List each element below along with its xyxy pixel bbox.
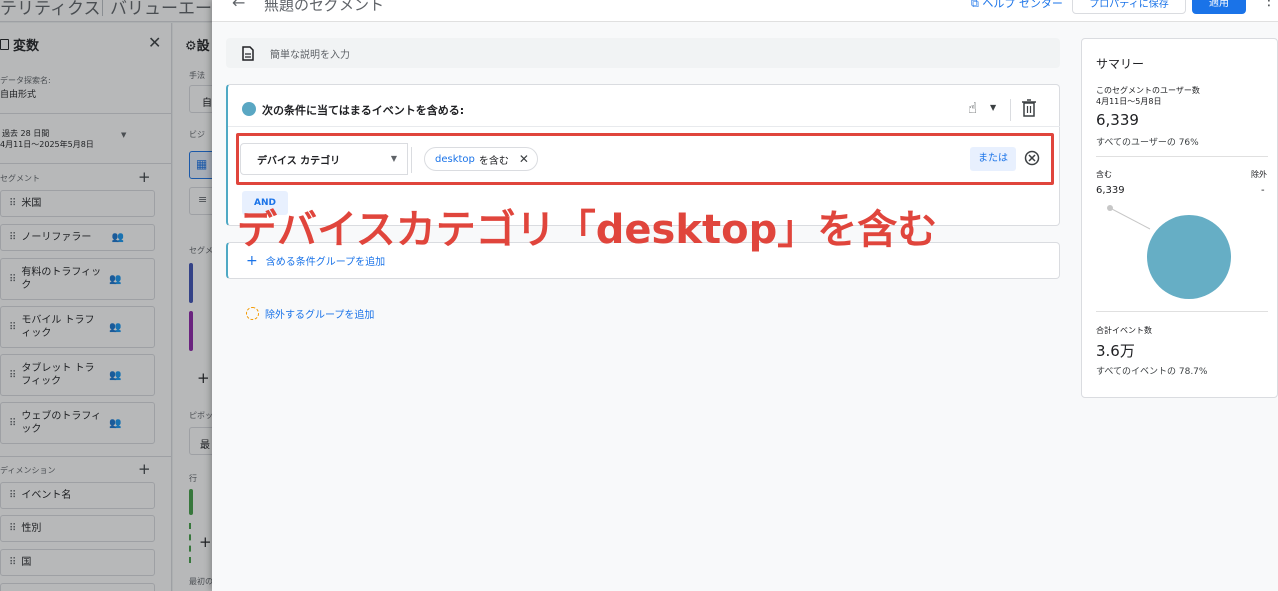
chevron-down-icon[interactable]: ▼ <box>990 103 996 112</box>
trash-icon[interactable] <box>1022 99 1036 117</box>
condition-indicator <box>242 102 256 116</box>
divider <box>1096 156 1268 157</box>
modal-header: ← 無題のセグメント ⧉ ヘルプ センター プロパティに保存 適用 ⋮ <box>212 0 1278 22</box>
save-to-property-button[interactable]: プロパティに保存 <box>1072 0 1186 14</box>
total-events-label: 合計イベント数 <box>1096 326 1152 335</box>
apply-button[interactable]: 適用 <box>1192 0 1246 14</box>
segment-title[interactable]: 無題のセグメント <box>264 0 384 15</box>
divider <box>1010 99 1011 121</box>
condition-group-title[interactable]: 次の条件に当てはまるイベントを含める: <box>262 102 464 118</box>
annotation-text: デバイスカテゴリ「desktop」を含む <box>237 207 938 253</box>
include-label: 含む <box>1096 170 1112 179</box>
segment-users-label: このセグメントのユーザー数 <box>1096 86 1200 95</box>
include-value: 6,339 <box>1096 185 1125 196</box>
pie-slice-include <box>1147 215 1231 299</box>
exclude-label: 除外 <box>1251 170 1267 179</box>
arrow-left-icon[interactable]: ← <box>232 0 245 12</box>
description-placeholder: 簡単な説明を入力 <box>270 49 350 61</box>
summary-title: サマリー <box>1096 57 1145 71</box>
divider <box>1096 311 1268 312</box>
exclude-value: - <box>1261 185 1265 196</box>
add-exclude-group-label: 除外するグループを追加 <box>265 310 375 321</box>
segment-builder-modal: ← 無題のセグメント ⧉ ヘルプ センター プロパティに保存 適用 ⋮ 簡単な説… <box>212 0 1278 591</box>
description-input[interactable]: 簡単な説明を入力 <box>226 38 1060 68</box>
segment-users-value: 6,339 <box>1096 111 1139 129</box>
help-center-link[interactable]: ⧉ ヘルプ センター <box>971 0 1063 11</box>
add-exclude-group-button[interactable]: 除外するグループを追加 <box>246 306 374 321</box>
more-vert-icon[interactable]: ⋮ <box>1262 0 1276 9</box>
pie-leader-line <box>1109 207 1151 230</box>
pointer-hand-icon[interactable]: ☝ <box>968 99 977 117</box>
document-icon <box>242 45 254 61</box>
modal-backdrop[interactable] <box>0 0 212 591</box>
include-exclude-pie-chart <box>1107 205 1231 299</box>
annotation-highlight-box <box>236 133 1054 185</box>
segment-users-date-range: 4月11日～5月8日 <box>1096 97 1162 106</box>
summary-panel: サマリー このセグメントのユーザー数 4月11日～5月8日 6,339 すべての… <box>1081 38 1278 398</box>
segment-users-percent: すべてのユーザーの 76% <box>1096 138 1199 148</box>
external-link-icon: ⧉ <box>971 0 979 10</box>
divider <box>228 126 1060 127</box>
add-include-group-label: 含める条件グループを追加 <box>265 257 386 268</box>
exclude-circle-icon <box>246 307 259 320</box>
total-events-percent: すべてのイベントの 78.7% <box>1096 367 1208 377</box>
total-events-value: 3.6万 <box>1096 342 1135 360</box>
